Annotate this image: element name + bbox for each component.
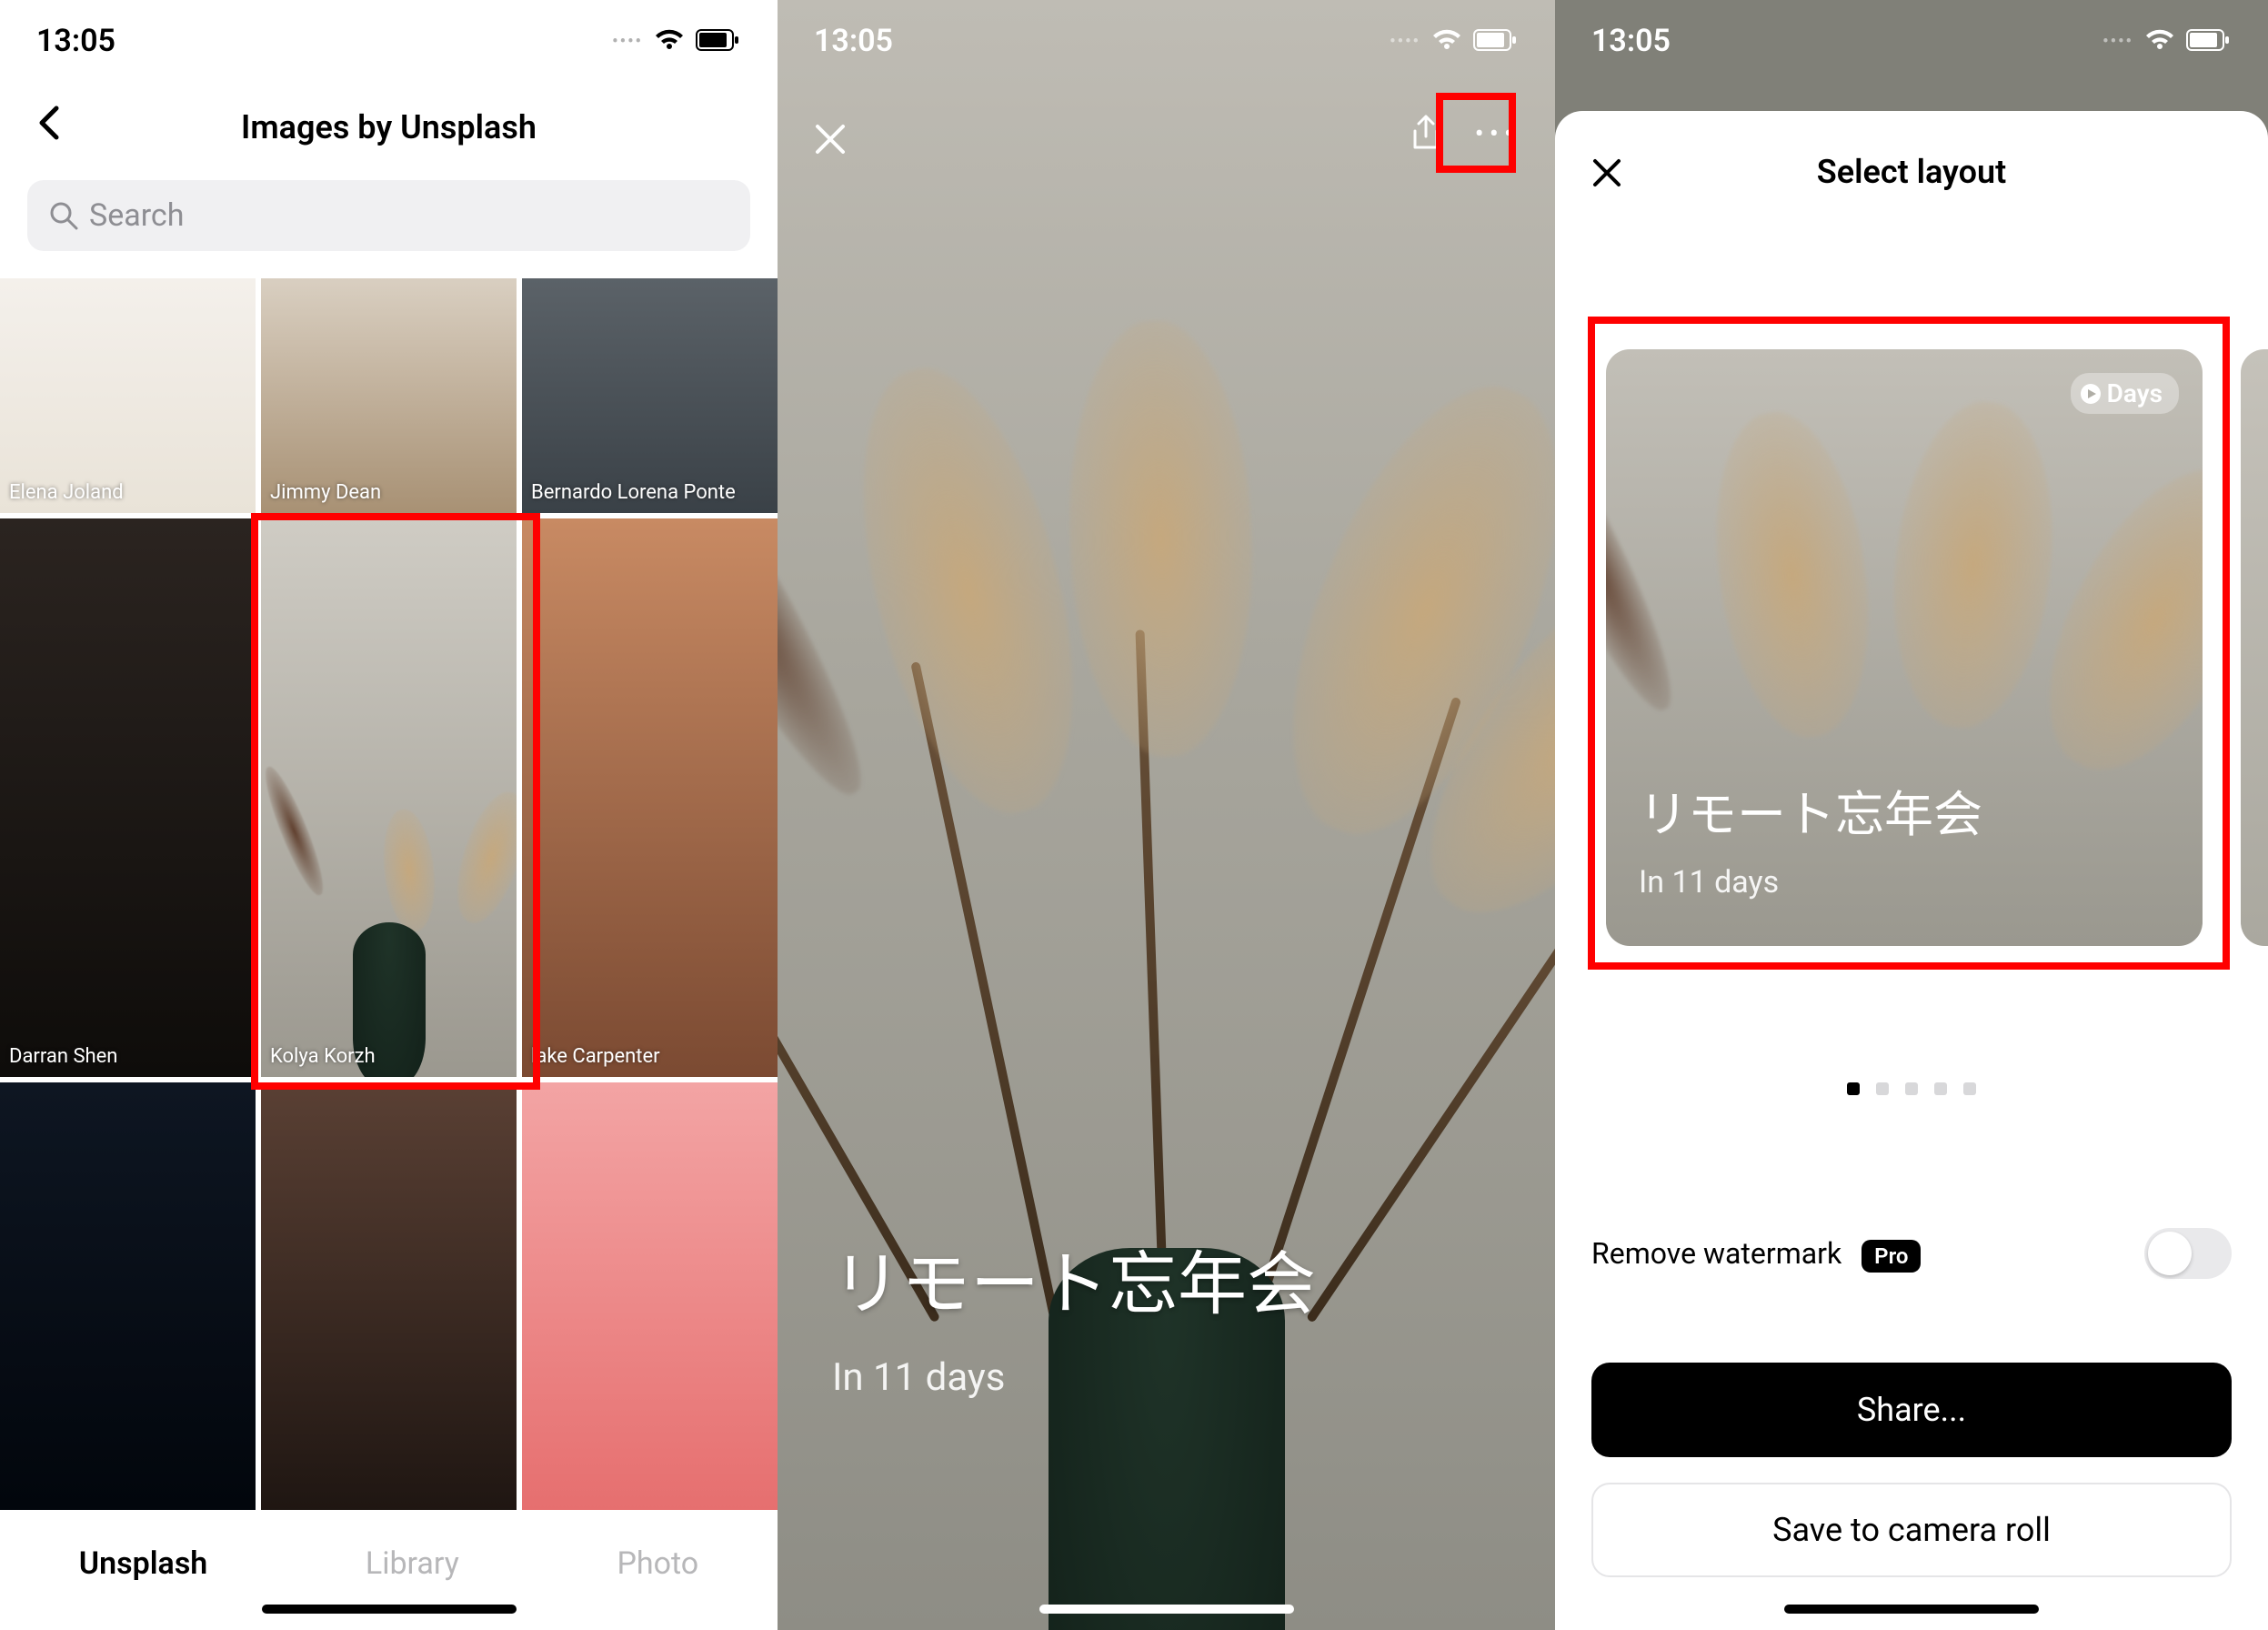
status-icons: •••• — [2102, 29, 2232, 53]
page-dot[interactable] — [1934, 1082, 1947, 1095]
status-bar: 13:05 •••• — [1555, 0, 2268, 82]
share-button[interactable]: Share... — [1591, 1363, 2232, 1457]
browser-header: Images by Unsplash — [0, 82, 778, 173]
watermark-toggle[interactable] — [2144, 1228, 2232, 1279]
page-dot[interactable] — [1963, 1082, 1976, 1095]
image-credit: Kolya Korzh — [270, 1045, 376, 1068]
grid-cell[interactable]: Elena Joland — [0, 278, 256, 513]
more-button[interactable]: ••• — [1475, 118, 1519, 150]
grid-cell-selected[interactable]: Kolya Korzh — [261, 518, 517, 1077]
status-time: 13:05 — [814, 23, 893, 59]
grid-cell[interactable] — [522, 1082, 778, 1510]
screen-select-layout: 13:05 •••• Select layout Days リモート忘年会 — [1555, 0, 2268, 1630]
image-credit: Darran Shen — [9, 1045, 117, 1068]
pampas-thumbnail — [261, 518, 517, 1077]
play-badge-icon — [2080, 383, 2102, 405]
page-dot[interactable] — [1905, 1082, 1918, 1095]
cellular-dots-icon: •••• — [612, 32, 643, 51]
image-credit: Bernardo Lorena Ponte — [531, 481, 736, 504]
event-title: リモート忘年会 — [832, 1228, 1316, 1328]
grid-cell[interactable]: Jimmy Dean — [261, 278, 517, 513]
page-indicator — [1555, 1082, 2268, 1095]
save-button[interactable]: Save to camera roll — [1591, 1483, 2232, 1577]
page-dot[interactable] — [1847, 1082, 1860, 1095]
status-bar: 13:05 •••• — [0, 0, 778, 82]
grid-cell[interactable] — [0, 1082, 256, 1510]
battery-icon — [2186, 29, 2232, 53]
status-icons: •••• — [612, 29, 741, 53]
sheet-title: Select layout — [1555, 153, 2268, 191]
layout-card[interactable]: Days リモート忘年会 In 11 days — [1606, 349, 2203, 946]
home-indicator[interactable] — [1784, 1605, 2039, 1614]
back-button[interactable] — [36, 105, 62, 150]
wifi-icon — [654, 29, 685, 53]
page-dot[interactable] — [1876, 1082, 1889, 1095]
pro-badge: Pro — [1862, 1240, 1921, 1273]
image-credit: lake Carpenter — [531, 1045, 660, 1068]
grid-cell[interactable]: Bernardo Lorena Ponte — [522, 278, 778, 513]
home-indicator[interactable] — [262, 1605, 517, 1614]
status-icons: •••• — [1390, 29, 1519, 53]
search-icon — [49, 201, 78, 230]
tab-photo[interactable]: Photo — [617, 1545, 698, 1582]
status-time: 13:05 — [36, 23, 115, 59]
close-button[interactable] — [814, 118, 847, 166]
status-bar: 13:05 •••• — [778, 0, 1555, 82]
watermark-row: Remove watermark Pro — [1591, 1228, 2232, 1279]
tab-unsplash[interactable]: Unsplash — [79, 1545, 207, 1582]
grid-cell[interactable] — [261, 1082, 517, 1510]
home-indicator[interactable] — [1039, 1605, 1294, 1614]
image-credit: Jimmy Dean — [270, 481, 381, 504]
screen-countdown-preview: 13:05 •••• ••• リモート忘年会 In 11 days — [778, 0, 1555, 1630]
share-button[interactable] — [1404, 111, 1448, 155]
search-input[interactable]: Search — [27, 180, 750, 251]
page-title: Images by Unsplash — [241, 108, 537, 146]
card-subtitle: In 11 days — [1639, 864, 1779, 901]
cellular-dots-icon: •••• — [1390, 32, 1420, 51]
watermark-text: Remove watermark — [1591, 1236, 1841, 1271]
wifi-icon — [2144, 29, 2175, 53]
grid-cell[interactable]: lake Carpenter — [522, 518, 778, 1077]
layout-card-container: Days リモート忘年会 In 11 days — [1588, 317, 2230, 970]
image-grid: Elena Joland Jimmy Dean Bernardo Lorena … — [0, 278, 778, 1510]
card-image — [1606, 349, 2203, 946]
wifi-icon — [1431, 29, 1462, 53]
tab-library[interactable]: Library — [366, 1545, 459, 1582]
battery-icon — [696, 29, 741, 53]
card-badge: Days — [2071, 373, 2179, 414]
share-icon — [1408, 113, 1444, 153]
battery-icon — [1473, 29, 1519, 53]
card-badge-label: Days — [2107, 378, 2163, 408]
image-credit: Elena Joland — [9, 481, 124, 504]
grid-cell[interactable]: Darran Shen — [0, 518, 256, 1077]
watermark-label: Remove watermark Pro — [1591, 1236, 1921, 1271]
cellular-dots-icon: •••• — [2102, 32, 2133, 51]
bottom-tabs: Unsplash Library Photo — [0, 1514, 778, 1614]
status-time: 13:05 — [1591, 23, 1671, 59]
card-title: リモート忘年会 — [1639, 774, 1982, 846]
event-countdown: In 11 days — [832, 1355, 1005, 1400]
screen-unsplash-browser: 13:05 •••• Images by Unsplash Search Ele… — [0, 0, 778, 1630]
search-placeholder: Search — [89, 197, 184, 234]
layout-card-peek[interactable] — [2241, 349, 2268, 946]
